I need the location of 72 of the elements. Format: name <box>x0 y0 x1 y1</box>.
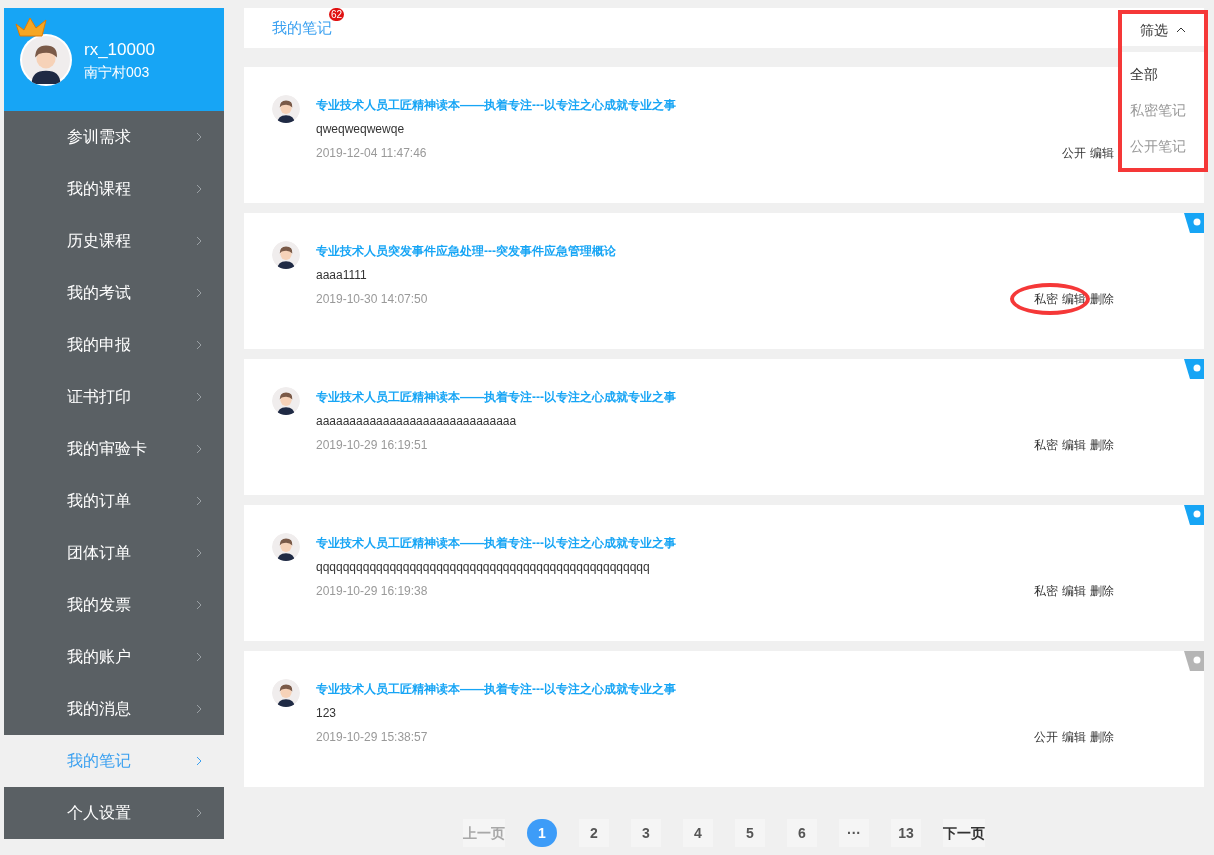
note-action-link[interactable]: 编辑 <box>1062 581 1086 601</box>
page-title: 我的笔记 <box>272 19 332 36</box>
chevron-right-icon <box>194 392 204 402</box>
chevron-right-icon <box>194 548 204 558</box>
note-content: aaaa1111 <box>316 267 368 284</box>
menu-item[interactable]: 个人设置 <box>4 787 224 839</box>
page-button[interactable]: 2 <box>579 819 609 847</box>
chevron-up-icon <box>1176 25 1186 35</box>
username: rx_10000 <box>84 38 155 61</box>
chevron-right-icon <box>194 496 204 506</box>
chevron-right-icon <box>194 756 204 766</box>
note-action-link[interactable]: 私密 <box>1034 581 1058 601</box>
menu-item[interactable]: 历史课程 <box>4 215 224 267</box>
note-action-link[interactable]: 编辑 <box>1062 435 1086 455</box>
chevron-right-icon <box>194 184 204 194</box>
note-action-link[interactable]: 私密 <box>1034 289 1058 309</box>
avatar-icon <box>272 679 300 707</box>
menu-item[interactable]: 证书打印 <box>4 371 224 423</box>
note-action-link[interactable]: 删除 <box>1090 435 1114 455</box>
count-badge: 62 <box>328 8 344 21</box>
menu-item[interactable]: 我的申报 <box>4 319 224 371</box>
organization: 南宁村003 <box>84 62 151 82</box>
note-time: 2019-10-30 14:07:50 <box>316 291 428 308</box>
note-content: qweqweqwewqe <box>316 121 406 138</box>
menu-item[interactable]: 参训需求 <box>4 111 224 163</box>
avatar-icon <box>272 533 300 561</box>
chevron-right-icon <box>194 236 204 246</box>
chevron-right-icon <box>194 444 204 454</box>
chevron-right-icon <box>194 132 204 142</box>
note-time: 2019-12-04 11:47:46 <box>316 145 427 162</box>
menu-item[interactable]: 我的考试 <box>4 267 224 319</box>
chevron-right-icon <box>194 600 204 610</box>
menu-item[interactable]: 我的发票 <box>4 579 224 631</box>
page-button[interactable]: 4 <box>683 819 713 847</box>
chevron-right-icon <box>194 340 204 350</box>
filter-option[interactable]: 全部 <box>1122 56 1204 92</box>
note-content: qqqqqqqqqqqqqqqqqqqqqqqqqqqqqqqqqqqqqqqqqqqqqqqqqq <box>316 559 651 576</box>
menu-item[interactable]: 团体订单 <box>4 527 224 579</box>
menu-item[interactable]: 我的审验卡 <box>4 423 224 475</box>
chevron-right-icon <box>194 652 204 662</box>
note-content: aaaaaaaaaaaaaaaaaaaaaaaaaaaaaa <box>316 413 518 430</box>
avatar-icon <box>272 241 300 269</box>
chevron-right-icon <box>194 288 204 298</box>
note-action-link[interactable]: 编辑 <box>1062 727 1086 747</box>
menu-item[interactable]: 我的订单 <box>4 475 224 527</box>
note-action-link[interactable]: 删除 <box>1090 581 1114 601</box>
note-action-link[interactable]: 编辑 <box>1062 289 1086 309</box>
note-content: 123 <box>316 705 338 722</box>
menu-item[interactable]: 我的消息 <box>4 683 224 735</box>
page-button[interactable]: ··· <box>839 819 869 847</box>
page-button[interactable]: 5 <box>735 819 765 847</box>
note-action-link[interactable]: 公开 <box>1034 727 1058 747</box>
chevron-right-icon <box>194 704 204 714</box>
note-action-link[interactable]: 删除 <box>1090 727 1114 747</box>
note-time: 2019-10-29 16:19:51 <box>316 437 428 454</box>
note-time: 2019-10-29 15:38:57 <box>316 729 428 746</box>
note-action-link[interactable]: 私密 <box>1034 435 1058 455</box>
note-action-link[interactable]: 公开 <box>1062 143 1086 163</box>
note-action-link[interactable]: 删除 <box>1090 289 1114 309</box>
chevron-right-icon <box>194 808 204 818</box>
avatar-icon <box>22 35 70 84</box>
note-action-link[interactable]: 编辑 <box>1090 143 1114 163</box>
page-button[interactable]: 6 <box>787 819 817 847</box>
page-button[interactable]: 13 <box>891 819 921 847</box>
menu-item[interactable]: 我的课程 <box>4 163 224 215</box>
next-page-button[interactable]: 下一页 <box>943 819 985 847</box>
avatar-icon <box>272 387 300 415</box>
menu-item[interactable]: 我的账户 <box>4 631 224 683</box>
crown-icon <box>14 15 48 38</box>
note-time: 2019-10-29 16:19:38 <box>316 583 428 600</box>
page-button[interactable]: 3 <box>631 819 661 847</box>
avatar-icon <box>272 95 300 123</box>
